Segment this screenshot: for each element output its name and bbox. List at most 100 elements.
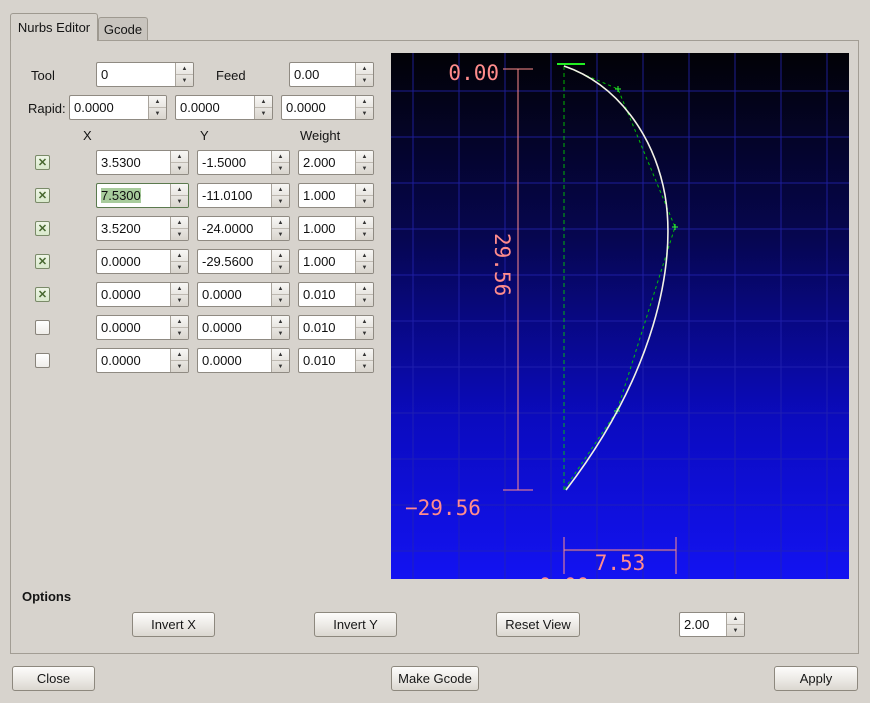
spin-up-button[interactable]: ▲ — [176, 63, 193, 75]
spin-down-button[interactable]: ▼ — [272, 229, 289, 240]
spin-down-button[interactable]: ▼ — [171, 262, 188, 273]
rapid-input-2[interactable]: 0.0000 — [176, 96, 254, 119]
spin-down-button[interactable]: ▼ — [356, 229, 373, 240]
spin-up-button[interactable]: ▲ — [356, 250, 373, 262]
point-3-y-input[interactable]: -29.5600 — [198, 250, 271, 273]
spin-up-button[interactable]: ▲ — [356, 63, 373, 75]
spin-down-button[interactable]: ▼ — [272, 361, 289, 372]
spin-up-button[interactable]: ▲ — [171, 217, 188, 229]
point-1-x-input[interactable]: 7.5300 — [97, 184, 170, 207]
spin-up-button[interactable]: ▲ — [171, 316, 188, 328]
spin-up-button[interactable]: ▲ — [272, 349, 289, 361]
nurbs-preview-canvas[interactable]: 0.00 29.56 −29.56 7.53 0.00 — [391, 53, 849, 579]
spin-up-button[interactable]: ▲ — [356, 283, 373, 295]
spin-down-button[interactable]: ▼ — [356, 108, 373, 119]
point-5-y-input[interactable]: 0.0000 — [198, 316, 271, 339]
spin-down-button[interactable]: ▼ — [356, 75, 373, 86]
point-5-enable-checkbox[interactable] — [35, 320, 50, 335]
tab-gcode[interactable]: Gcode — [98, 17, 148, 41]
point-2-y-input[interactable]: -24.0000 — [198, 217, 271, 240]
spin-down-button[interactable]: ▼ — [171, 295, 188, 306]
spin-up-button[interactable]: ▲ — [356, 151, 373, 163]
tool-input[interactable]: 0 — [97, 63, 175, 86]
point-4-y-input[interactable]: 0.0000 — [198, 283, 271, 306]
point-5-x-input[interactable]: 0.0000 — [97, 316, 170, 339]
scale-input[interactable]: 2.00 — [680, 613, 726, 636]
reset-view-button[interactable]: Reset View — [496, 612, 580, 637]
point-3-x-input[interactable]: 0.0000 — [97, 250, 170, 273]
rapid-input-3[interactable]: 0.0000 — [282, 96, 355, 119]
spin-down-button[interactable]: ▼ — [272, 328, 289, 339]
spin-up-button[interactable]: ▲ — [171, 151, 188, 163]
spin-down-button[interactable]: ▼ — [171, 229, 188, 240]
spin-up-button[interactable]: ▲ — [272, 283, 289, 295]
spin-down-button[interactable]: ▼ — [149, 108, 166, 119]
spin-down-button[interactable]: ▼ — [171, 163, 188, 174]
spin-up-button[interactable]: ▲ — [356, 349, 373, 361]
point-6-weight-input[interactable]: 0.010 — [299, 349, 355, 372]
spin-up-button[interactable]: ▲ — [171, 184, 188, 196]
spin-up-button[interactable]: ▲ — [356, 96, 373, 108]
spin-up-button[interactable]: ▲ — [356, 217, 373, 229]
spin-up-button[interactable]: ▲ — [272, 250, 289, 262]
spin-down-button[interactable]: ▼ — [272, 295, 289, 306]
spin-down-button[interactable]: ▼ — [272, 262, 289, 273]
spin-down-button[interactable]: ▼ — [171, 196, 188, 207]
point-3-enable-checkbox[interactable] — [35, 254, 50, 269]
spin-down-button[interactable]: ▼ — [356, 295, 373, 306]
point-6-y-input[interactable]: 0.0000 — [198, 349, 271, 372]
spin-up-button[interactable]: ▲ — [255, 96, 272, 108]
spin-up-button[interactable]: ▲ — [272, 217, 289, 229]
spin-down-button[interactable]: ▼ — [356, 361, 373, 372]
spin-down-button[interactable]: ▼ — [356, 328, 373, 339]
apply-button[interactable]: Apply — [774, 666, 858, 691]
point-1-weight-input[interactable]: 1.000 — [299, 184, 355, 207]
point-0-enable-checkbox[interactable] — [35, 155, 50, 170]
spin-down-button[interactable]: ▼ — [171, 328, 188, 339]
point-6-x-input[interactable]: 0.0000 — [97, 349, 170, 372]
invert-y-button[interactable]: Invert Y — [314, 612, 397, 637]
spin-down-button[interactable]: ▼ — [356, 262, 373, 273]
spin-up-button[interactable]: ▲ — [171, 250, 188, 262]
point-4-weight-input[interactable]: 0.010 — [299, 283, 355, 306]
spin-down-button[interactable]: ▼ — [176, 75, 193, 86]
point-1-enable-checkbox[interactable] — [35, 188, 50, 203]
spin-up-button[interactable]: ▲ — [171, 349, 188, 361]
spin-down-button[interactable]: ▼ — [272, 163, 289, 174]
spin-up-button[interactable]: ▲ — [149, 96, 166, 108]
spin-up-button[interactable]: ▲ — [171, 283, 188, 295]
close-button[interactable]: Close — [12, 666, 95, 691]
spin-down-button[interactable]: ▼ — [272, 196, 289, 207]
point-2-x-spin: 3.5200 ▲ ▼ — [96, 216, 189, 241]
invert-x-button[interactable]: Invert X — [132, 612, 215, 637]
spin-up-button[interactable]: ▲ — [356, 316, 373, 328]
steppers: ▲ ▼ — [355, 184, 373, 207]
spin-down-button[interactable]: ▼ — [255, 108, 272, 119]
point-1-y-input[interactable]: -11.0100 — [198, 184, 271, 207]
point-3-weight-input[interactable]: 1.000 — [299, 250, 355, 273]
point-6-enable-checkbox[interactable] — [35, 353, 50, 368]
point-2-x-input[interactable]: 3.5200 — [97, 217, 170, 240]
spin-up-button[interactable]: ▲ — [727, 613, 744, 625]
spin-down-button[interactable]: ▼ — [356, 196, 373, 207]
point-2-enable-checkbox[interactable] — [35, 221, 50, 236]
feed-input[interactable]: 0.00 — [290, 63, 355, 86]
rapid-input-1[interactable]: 0.0000 — [70, 96, 148, 119]
spin-down-button[interactable]: ▼ — [356, 163, 373, 174]
spin-up-button[interactable]: ▲ — [272, 184, 289, 196]
point-0-x-input[interactable]: 3.5300 — [97, 151, 170, 174]
point-5-weight-input[interactable]: 0.010 — [299, 316, 355, 339]
tab-nurbs-editor[interactable]: Nurbs Editor — [10, 13, 98, 41]
point-4-x-input[interactable]: 0.0000 — [97, 283, 170, 306]
point-4-enable-checkbox[interactable] — [35, 287, 50, 302]
spin-up-button[interactable]: ▲ — [356, 184, 373, 196]
make-gcode-button[interactable]: Make Gcode — [391, 666, 479, 691]
steppers: ▲ ▼ — [170, 349, 188, 372]
spin-up-button[interactable]: ▲ — [272, 151, 289, 163]
point-2-weight-input[interactable]: 1.000 — [299, 217, 355, 240]
spin-down-button[interactable]: ▼ — [727, 625, 744, 636]
point-0-y-input[interactable]: -1.5000 — [198, 151, 271, 174]
point-0-weight-input[interactable]: 2.000 — [299, 151, 355, 174]
spin-up-button[interactable]: ▲ — [272, 316, 289, 328]
spin-down-button[interactable]: ▼ — [171, 361, 188, 372]
